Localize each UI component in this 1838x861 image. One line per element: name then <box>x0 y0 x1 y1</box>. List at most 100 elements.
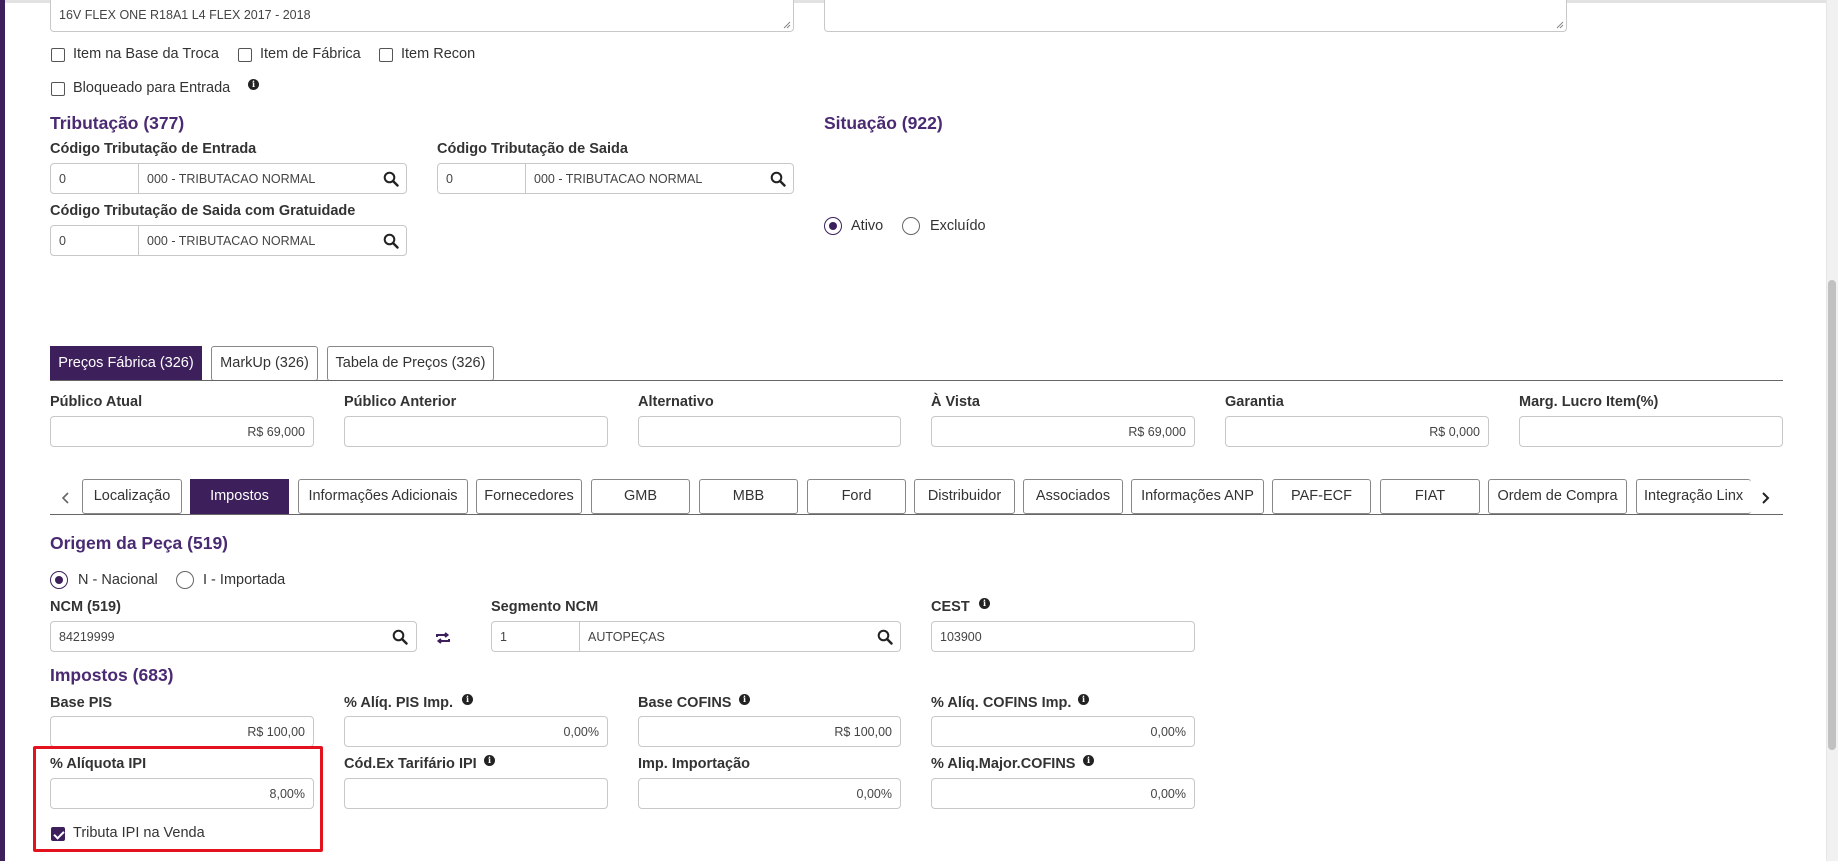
trib-gratuidade-combo[interactable]: 0 000 - TRIBUTACAO NORMAL <box>50 225 407 256</box>
item-base-troca-checkbox[interactable] <box>51 48 65 62</box>
imp-importacao-label: Imp. Importação <box>638 756 750 772</box>
segmento-ncm-code[interactable]: 1 <box>492 622 580 651</box>
info-icon[interactable]: i <box>462 694 473 705</box>
item-fabrica-checkbox[interactable] <box>238 48 252 62</box>
search-icon[interactable] <box>376 164 406 193</box>
search-icon[interactable] <box>376 226 406 255</box>
base-cofins-input[interactable]: R$ 100,00 <box>638 716 901 747</box>
ncm-input[interactable]: 84219999 <box>50 621 417 652</box>
tab-precos-fabrica[interactable]: Preços Fábrica (326) <box>50 346 202 381</box>
tab-informacoes-anp[interactable]: Informações ANP <box>1131 479 1264 514</box>
refresh-icon[interactable] <box>434 630 452 646</box>
tab-fornecedores[interactable]: Fornecedores <box>476 479 582 514</box>
trib-gratuidade-code[interactable]: 0 <box>51 226 139 255</box>
info-icon[interactable]: i <box>1078 694 1089 705</box>
info-icon[interactable]: i <box>979 598 990 609</box>
resize-grip-icon[interactable] <box>783 21 791 29</box>
publico-atual-label: Público Atual <box>50 394 143 410</box>
tab-gmb[interactable]: GMB <box>591 479 690 514</box>
base-cofins-label: Base COFINS <box>638 695 732 711</box>
info-icon[interactable]: i <box>248 79 259 90</box>
bloqueado-entrada-label: Bloqueado para Entrada <box>73 80 231 96</box>
trib-gratuidade-label: Código Tributação de Saida com Gratuidad… <box>50 203 356 219</box>
publico-anterior-input[interactable] <box>344 416 608 447</box>
a-vista-label: À Vista <box>931 394 980 410</box>
origem-title: Origem da Peça (519) <box>50 533 228 553</box>
trib-saida-code[interactable]: 0 <box>438 164 526 193</box>
alternativo-input[interactable] <box>638 416 901 447</box>
info-icon[interactable]: i <box>739 694 750 705</box>
search-icon[interactable] <box>763 164 793 193</box>
tabs-scroll-left-icon[interactable] <box>58 488 74 508</box>
scrollbar[interactable] <box>1826 0 1838 861</box>
tab-informacoes-adicionais[interactable]: Informações Adicionais <box>298 479 468 514</box>
info-icon[interactable]: i <box>1083 755 1094 766</box>
origem-importada-label: I - Importada <box>203 572 286 588</box>
left-accent-bar <box>0 0 5 861</box>
segmento-ncm-desc: AUTOPEÇAS <box>588 630 665 644</box>
tributacao-title: Tributação (377) <box>50 113 185 133</box>
trib-entrada-combo[interactable]: 0 000 - TRIBUTACAO NORMAL <box>50 163 407 194</box>
situacao-excluido-label: Excluído <box>930 218 986 234</box>
trib-entrada-desc: 000 - TRIBUTACAO NORMAL <box>147 172 316 186</box>
aliq-major-cofins-input[interactable]: 0,00% <box>931 778 1195 809</box>
aliq-cofins-input[interactable]: 0,00% <box>931 716 1195 747</box>
origem-importada-radio[interactable] <box>176 571 194 589</box>
trib-saida-desc: 000 - TRIBUTACAO NORMAL <box>534 172 703 186</box>
aliq-pis-label: % Alíq. PIS Imp. <box>344 695 454 711</box>
trib-entrada-code[interactable]: 0 <box>51 164 139 193</box>
a-vista-input[interactable]: R$ 69,000 <box>931 416 1195 447</box>
segmento-ncm-combo[interactable]: 1 AUTOPEÇAS <box>491 621 901 652</box>
item-fabrica-label: Item de Fábrica <box>260 46 361 62</box>
tab-impostos[interactable]: Impostos <box>190 479 289 514</box>
description-textarea[interactable]: 16V FLEX ONE R18A1 L4 FLEX 2017 - 2018 <box>50 0 794 32</box>
resize-grip-icon[interactable] <box>1556 21 1564 29</box>
price-tabs-divider <box>50 380 1783 381</box>
tab-ford[interactable]: Ford <box>807 479 906 514</box>
garantia-input[interactable]: R$ 0,000 <box>1225 416 1489 447</box>
tab-distribuidor[interactable]: Distribuidor <box>914 479 1015 514</box>
search-icon[interactable] <box>392 629 408 648</box>
tab-mbb[interactable]: MBB <box>699 479 798 514</box>
garantia-label: Garantia <box>1225 394 1284 410</box>
cod-ex-tarifario-input[interactable] <box>344 778 608 809</box>
aliq-cofins-label: % Alíq. COFINS Imp. <box>931 695 1072 711</box>
tab-integracao-linx[interactable]: Integração Linx <box>1636 479 1751 514</box>
tab-ordem-compra[interactable]: Ordem de Compra <box>1488 479 1627 514</box>
scrollbar-thumb[interactable] <box>1828 280 1836 750</box>
tab-localizacao[interactable]: Localização <box>82 479 182 514</box>
tab-paf-ecf[interactable]: PAF-ECF <box>1272 479 1371 514</box>
aliq-major-cofins-label: % Aliq.Major.COFINS <box>931 756 1076 772</box>
aliq-pis-input[interactable]: 0,00% <box>344 716 608 747</box>
ncm-label: NCM (519) <box>50 599 121 615</box>
bloqueado-entrada-checkbox[interactable] <box>51 82 65 96</box>
situacao-title: Situação (922) <box>824 113 943 133</box>
publico-atual-input[interactable]: R$ 69,000 <box>50 416 314 447</box>
tabs-scroll-right-icon[interactable] <box>1758 488 1774 508</box>
item-recon-checkbox[interactable] <box>379 48 393 62</box>
observation-textarea[interactable] <box>824 0 1567 32</box>
marg-lucro-input[interactable] <box>1519 416 1783 447</box>
tab-tabela-precos[interactable]: Tabela de Preços (326) <box>327 346 494 381</box>
marg-lucro-label: Marg. Lucro Item(%) <box>1519 394 1659 410</box>
origem-nacional-radio[interactable] <box>50 571 68 589</box>
cod-ex-tarifario-label: Cód.Ex Tarifário IPI <box>344 756 477 772</box>
publico-anterior-label: Público Anterior <box>344 394 457 410</box>
imp-importacao-input[interactable]: 0,00% <box>638 778 901 809</box>
item-recon-label: Item Recon <box>401 46 476 62</box>
base-pis-input[interactable]: R$ 100,00 <box>50 716 314 747</box>
tab-associados[interactable]: Associados <box>1023 479 1123 514</box>
tab-fiat[interactable]: FIAT <box>1380 479 1480 514</box>
highlight-box <box>33 746 323 852</box>
cest-input[interactable]: 103900 <box>931 621 1195 652</box>
detail-tabs-divider <box>50 514 1783 515</box>
situacao-ativo-radio[interactable] <box>824 217 842 235</box>
tab-markup[interactable]: MarkUp (326) <box>211 346 318 381</box>
item-base-troca-label: Item na Base da Troca <box>73 46 219 62</box>
info-icon[interactable]: i <box>484 755 495 766</box>
segmento-ncm-label: Segmento NCM <box>491 599 599 615</box>
search-icon[interactable] <box>870 622 900 651</box>
situacao-excluido-radio[interactable] <box>902 217 920 235</box>
trib-saida-combo[interactable]: 0 000 - TRIBUTACAO NORMAL <box>437 163 794 194</box>
origem-nacional-label: N - Nacional <box>78 572 158 588</box>
